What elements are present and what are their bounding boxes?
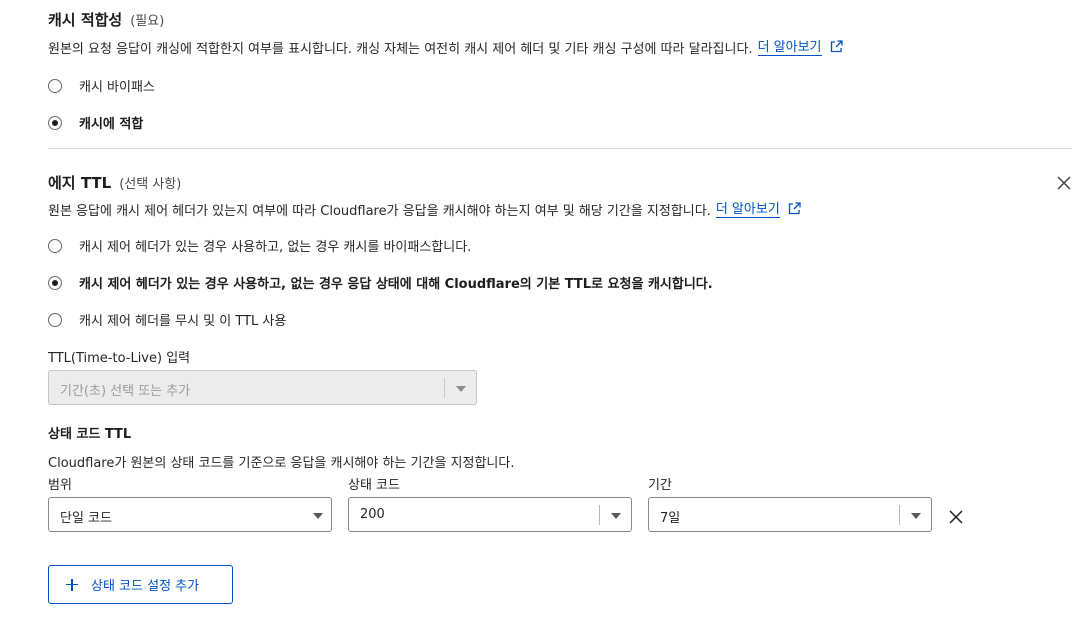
add-status-code-setting-label: 상태 코드 설정 추가 xyxy=(91,579,200,594)
radio-option-label: 캐시 제어 헤더가 있는 경우 사용하고, 없는 경우 캐시를 바이패스합니다. xyxy=(79,240,472,255)
chevron-down-icon xyxy=(456,386,466,392)
select-separator xyxy=(599,505,600,525)
plus-icon xyxy=(66,578,78,591)
cache-eligibility-title: 캐시 적합성 xyxy=(48,11,123,29)
add-status-code-setting-button[interactable]: 상태 코드 설정 추가 xyxy=(48,565,233,604)
cache-eligibility-heading: 캐시 적합성 (필요) xyxy=(48,9,164,30)
duration-label: 기간 xyxy=(648,478,672,493)
chevron-down-icon[interactable] xyxy=(911,513,921,519)
cache-eligibility-description-text: 원본의 요청 응답이 캐싱에 적합한지 여부를 표시합니다. 캐싱 자체는 여전… xyxy=(48,42,753,57)
external-link-icon[interactable] xyxy=(830,40,843,53)
radio-option-eligible-for-cache[interactable]: 캐시에 적합 xyxy=(48,113,143,132)
edge-ttl-learn-more-link[interactable]: 더 알아보기 xyxy=(715,202,780,218)
radio-button[interactable] xyxy=(48,238,62,253)
duration-select[interactable]: 7일 xyxy=(648,497,932,532)
duration-select-value: 7일 xyxy=(660,511,681,526)
status-code-label: 상태 코드 xyxy=(348,478,400,493)
edge-ttl-heading: 에지 TTL (선택 사항) xyxy=(48,172,181,193)
select-separator xyxy=(899,505,900,525)
edge-ttl-title: 에지 TTL xyxy=(48,174,112,192)
chevron-down-icon[interactable] xyxy=(611,513,621,519)
status-code-ttl-description: Cloudflare가 원본의 상태 코드를 기준으로 응답을 캐시해야 하는 … xyxy=(48,452,514,471)
ttl-duration-placeholder: 기간(초) 선택 또는 추가 xyxy=(60,384,191,399)
radio-option-label: 캐시 바이패스 xyxy=(79,80,155,95)
remove-row-close-icon[interactable] xyxy=(949,510,963,524)
ttl-duration-select: 기간(초) 선택 또는 추가 xyxy=(48,370,477,405)
status-code-ttl-description-text: Cloudflare가 원본의 상태 코드를 기준으로 응답을 캐시해야 하는 … xyxy=(48,456,515,471)
radio-option-use-header-else-default-ttl[interactable]: 캐시 제어 헤더가 있는 경우 사용하고, 없는 경우 응답 상태에 대해 Cl… xyxy=(48,273,713,292)
radio-option-label: 캐시 제어 헤더를 무시 및 이 TTL 사용 xyxy=(79,314,287,329)
radio-button[interactable] xyxy=(48,78,62,93)
status-code-select[interactable]: 200 xyxy=(348,497,632,532)
cache-rule-settings: 캐시 적합성 (필요) 원본의 요청 응답이 캐싱에 적합한지 여부를 표시합니… xyxy=(0,0,1089,625)
cache-eligibility-learn-more-link[interactable]: 더 알아보기 xyxy=(757,40,822,56)
edge-ttl-description: 원본 응답에 캐시 제어 헤더가 있는지 여부에 따라 Cloudflare가 … xyxy=(48,200,801,219)
radio-option-label: 캐시에 적합 xyxy=(79,117,144,132)
cache-eligibility-required-tag: (필요) xyxy=(130,14,165,29)
range-select-value: 단일 코드 xyxy=(60,511,112,526)
status-code-select-value: 200 xyxy=(360,507,385,522)
range-label: 범위 xyxy=(48,478,72,493)
external-link-icon[interactable] xyxy=(788,202,801,215)
chevron-down-icon[interactable] xyxy=(313,513,323,519)
radio-button-selected[interactable] xyxy=(48,275,62,290)
radio-option-cache-bypass[interactable]: 캐시 바이패스 xyxy=(48,76,155,95)
range-select[interactable]: 단일 코드 xyxy=(48,497,332,532)
edge-ttl-optional-tag: (선택 사항) xyxy=(119,177,182,192)
close-icon[interactable] xyxy=(1057,176,1071,190)
ttl-input-label: TTL(Time-to-Live) 입력 xyxy=(48,351,191,366)
edge-ttl-description-text: 원본 응답에 캐시 제어 헤더가 있는지 여부에 따라 Cloudflare가 … xyxy=(48,204,711,219)
radio-option-label: 캐시 제어 헤더가 있는 경우 사용하고, 없는 경우 응답 상태에 대해 Cl… xyxy=(79,277,713,292)
section-divider xyxy=(48,148,1072,149)
cache-eligibility-description: 원본의 요청 응답이 캐싱에 적합한지 여부를 표시합니다. 캐싱 자체는 여전… xyxy=(48,38,843,57)
radio-button-selected[interactable] xyxy=(48,115,62,130)
radio-option-use-header-else-bypass[interactable]: 캐시 제어 헤더가 있는 경우 사용하고, 없는 경우 캐시를 바이패스합니다. xyxy=(48,236,471,255)
radio-option-ignore-header-use-ttl[interactable]: 캐시 제어 헤더를 무시 및 이 TTL 사용 xyxy=(48,310,286,329)
select-separator xyxy=(444,378,445,398)
status-code-ttl-title: 상태 코드 TTL xyxy=(48,427,132,442)
radio-button[interactable] xyxy=(48,312,62,327)
